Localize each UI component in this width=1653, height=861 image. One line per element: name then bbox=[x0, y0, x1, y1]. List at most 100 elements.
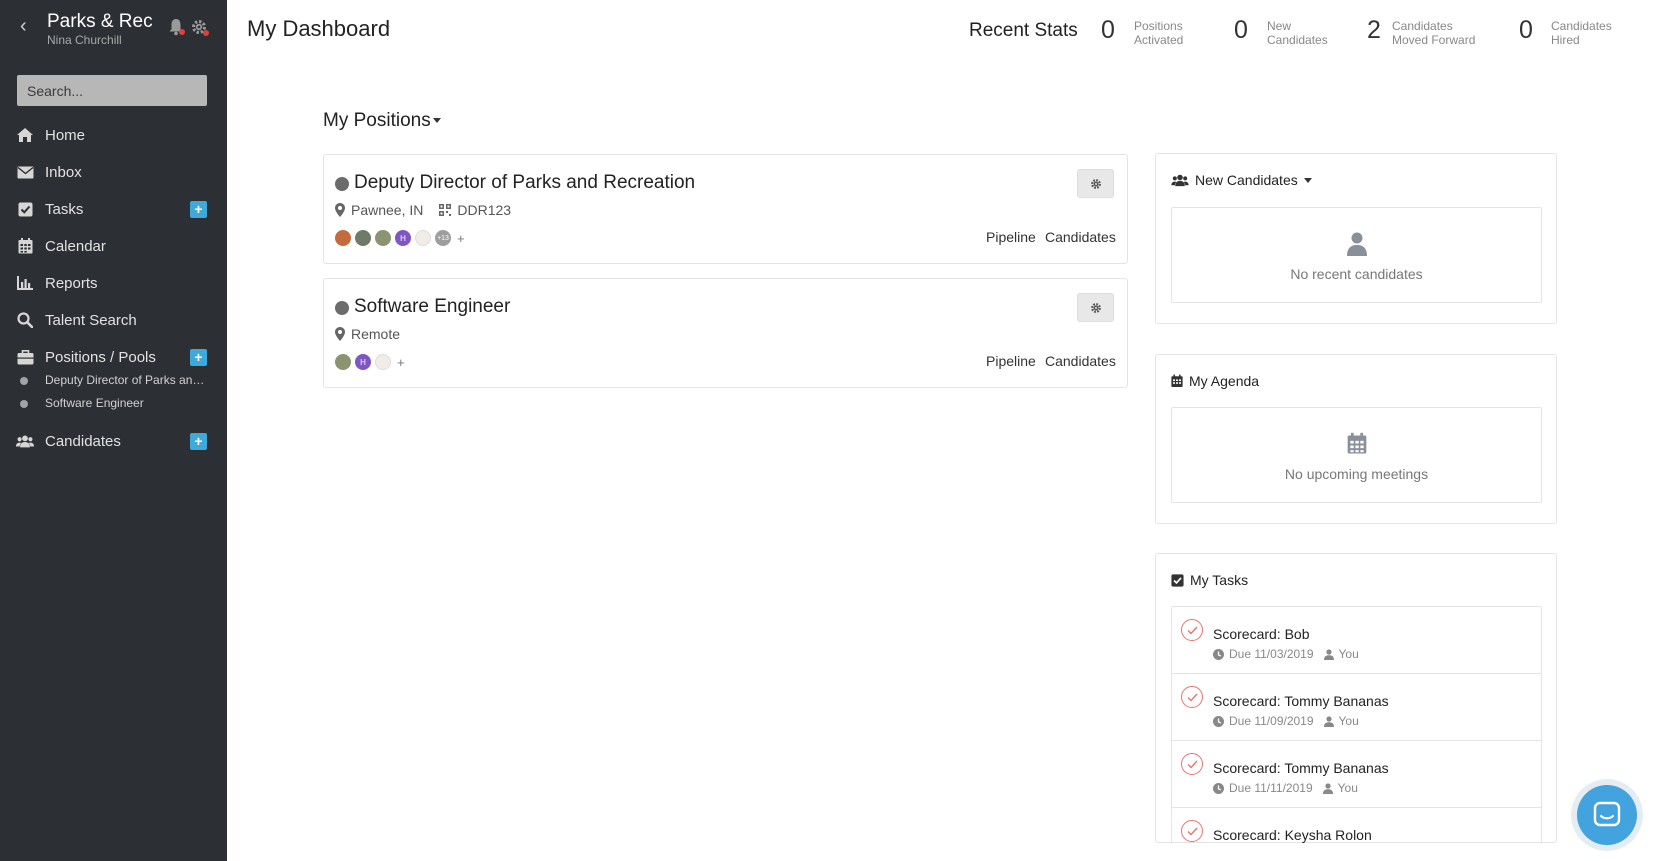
sidebar-item-positions-pools[interactable]: Positions / Pools + bbox=[0, 342, 227, 372]
add-position-button[interactable]: + bbox=[190, 348, 207, 366]
task-due: Due 11/11/2019 bbox=[1229, 781, 1313, 795]
add-candidate-button[interactable]: + bbox=[190, 432, 207, 450]
sidebar-item-label: Candidates bbox=[45, 432, 121, 450]
empty-state-text: No recent candidates bbox=[1290, 266, 1423, 282]
clock-icon bbox=[1213, 782, 1224, 794]
new-candidates-widget: New Candidates No recent candidates bbox=[1155, 153, 1557, 324]
avatar[interactable] bbox=[335, 230, 351, 246]
avatar-overflow-count[interactable]: +13 bbox=[435, 230, 451, 246]
avatar[interactable] bbox=[375, 354, 391, 370]
task-title: Scorecard: Keysha Rolon bbox=[1213, 827, 1372, 843]
bell-icon[interactable] bbox=[168, 18, 185, 36]
widget-title: New Candidates bbox=[1195, 172, 1298, 188]
avatar[interactable] bbox=[375, 230, 391, 246]
task-title: Scorecard: Tommy Bananas bbox=[1213, 760, 1389, 776]
task-meta: Due 11/09/2019 You bbox=[1213, 714, 1359, 728]
complete-task-button[interactable] bbox=[1181, 619, 1203, 641]
sidebar-subitem-label: Software Engineer bbox=[45, 396, 144, 410]
position-location: Pawnee, IN bbox=[351, 202, 424, 218]
avatar[interactable]: H bbox=[355, 354, 371, 370]
complete-task-button[interactable] bbox=[1181, 753, 1203, 775]
avatar[interactable]: H bbox=[395, 230, 411, 246]
position-card-deputy-director: Deputy Director of Parks and Recreation … bbox=[323, 154, 1128, 264]
sidebar-header: ‹ Parks & Rec Nina Churchill bbox=[0, 8, 227, 50]
caret-down-icon bbox=[1303, 177, 1312, 183]
candidates-link[interactable]: Candidates bbox=[1045, 229, 1116, 245]
widget-title: My Tasks bbox=[1190, 572, 1249, 588]
sidebar-item-talent-search[interactable]: Talent Search bbox=[0, 305, 227, 335]
search-icon bbox=[16, 311, 34, 329]
user-name: Nina Churchill bbox=[47, 33, 122, 47]
stat-value: 0 bbox=[1519, 16, 1533, 44]
task-title: Scorecard: Tommy Bananas bbox=[1213, 693, 1389, 709]
pipeline-link[interactable]: Pipeline bbox=[986, 229, 1036, 245]
sidebar-item-label: Calendar bbox=[45, 237, 106, 255]
stat-candidates-hired: 0 Candidates Hired bbox=[1519, 14, 1619, 48]
briefcase-icon bbox=[16, 348, 34, 366]
position-code: DDR123 bbox=[457, 202, 512, 218]
task-assignee: You bbox=[1338, 647, 1359, 661]
position-settings-button[interactable] bbox=[1077, 169, 1114, 198]
my-agenda-header: My Agenda bbox=[1171, 373, 1259, 389]
sidebar-item-candidates[interactable]: Candidates + bbox=[0, 426, 227, 456]
avatar[interactable] bbox=[355, 230, 371, 246]
stat-candidates-moved-forward: 2 Candidates Moved Forward bbox=[1367, 14, 1497, 48]
bar-chart-icon bbox=[16, 274, 34, 292]
status-dot bbox=[335, 301, 349, 315]
task-row[interactable]: Scorecard: Tommy Bananas Due 11/09/2019 … bbox=[1172, 674, 1541, 741]
sidebar-item-tasks[interactable]: Tasks + bbox=[0, 194, 227, 224]
avatar[interactable] bbox=[335, 354, 351, 370]
sidebar-subitem-software-engineer[interactable]: Software Engineer bbox=[0, 393, 227, 415]
task-assignee: You bbox=[1338, 714, 1359, 728]
sidebar-item-calendar[interactable]: Calendar bbox=[0, 231, 227, 261]
position-settings-button[interactable] bbox=[1077, 293, 1114, 322]
complete-task-button[interactable] bbox=[1181, 820, 1203, 842]
task-row[interactable]: Scorecard: Keysha Rolon bbox=[1172, 808, 1541, 844]
my-positions-dropdown[interactable]: My Positions bbox=[323, 110, 441, 132]
gear-icon bbox=[1090, 178, 1101, 189]
stat-positions-activated: 0 Positions Activated bbox=[1101, 14, 1201, 48]
task-meta: Due 11/03/2019 You bbox=[1213, 647, 1359, 661]
stat-label: Candidates Moved Forward bbox=[1392, 19, 1476, 47]
task-due: Due 11/09/2019 bbox=[1229, 714, 1314, 728]
map-pin-icon bbox=[335, 203, 345, 217]
sidebar-subitem-deputy-director[interactable]: Deputy Director of Parks and Recreation bbox=[0, 370, 227, 392]
complete-task-button[interactable] bbox=[1181, 686, 1203, 708]
calendar-icon bbox=[1347, 432, 1367, 460]
settings-alert-dot bbox=[203, 30, 209, 36]
my-agenda-widget: My Agenda No upcoming meetings bbox=[1155, 354, 1557, 524]
sidebar-item-label: Inbox bbox=[45, 163, 82, 181]
gear-icon[interactable] bbox=[190, 18, 209, 36]
sidebar-item-label: Tasks bbox=[45, 200, 84, 218]
user-icon bbox=[1346, 232, 1367, 261]
task-row[interactable]: Scorecard: Bob Due 11/03/2019 You bbox=[1172, 607, 1541, 674]
sidebar-search-input[interactable] bbox=[17, 75, 207, 106]
add-team-member-button[interactable]: + bbox=[397, 355, 405, 370]
add-team-member-button[interactable]: + bbox=[457, 231, 465, 246]
position-title[interactable]: Deputy Director of Parks and Recreation bbox=[354, 172, 695, 194]
sidebar-item-label: Positions / Pools bbox=[45, 348, 156, 366]
sidebar: ‹ Parks & Rec Nina Churchill Home Inbox … bbox=[0, 0, 227, 861]
chat-launcher-button[interactable] bbox=[1577, 785, 1637, 845]
new-candidates-dropdown[interactable]: New Candidates bbox=[1171, 172, 1312, 188]
back-arrow-icon[interactable]: ‹ bbox=[20, 16, 27, 36]
task-meta: Due 11/11/2019 You bbox=[1213, 781, 1358, 795]
chat-icon bbox=[1593, 801, 1621, 827]
qr-code-icon bbox=[439, 204, 452, 216]
position-title[interactable]: Software Engineer bbox=[354, 296, 510, 318]
candidates-link[interactable]: Candidates bbox=[1045, 353, 1116, 369]
sidebar-item-inbox[interactable]: Inbox bbox=[0, 157, 227, 187]
sidebar-item-reports[interactable]: Reports bbox=[0, 268, 227, 298]
sidebar-item-home[interactable]: Home bbox=[0, 120, 227, 150]
pipeline-link[interactable]: Pipeline bbox=[986, 353, 1036, 369]
my-tasks-widget: My Tasks Scorecard: Bob Due 11/03/2019 Y… bbox=[1155, 553, 1557, 844]
tasks-list: Scorecard: Bob Due 11/03/2019 You Scorec… bbox=[1171, 606, 1542, 844]
task-row[interactable]: Scorecard: Tommy Bananas Due 11/11/2019 … bbox=[1172, 741, 1541, 808]
clock-icon bbox=[1213, 715, 1224, 727]
stat-label: Positions Activated bbox=[1134, 19, 1184, 47]
add-task-button[interactable]: + bbox=[190, 200, 207, 218]
position-location: Remote bbox=[351, 326, 401, 342]
avatar[interactable] bbox=[415, 230, 431, 246]
envelope-icon bbox=[16, 163, 34, 181]
users-icon bbox=[1171, 174, 1189, 187]
